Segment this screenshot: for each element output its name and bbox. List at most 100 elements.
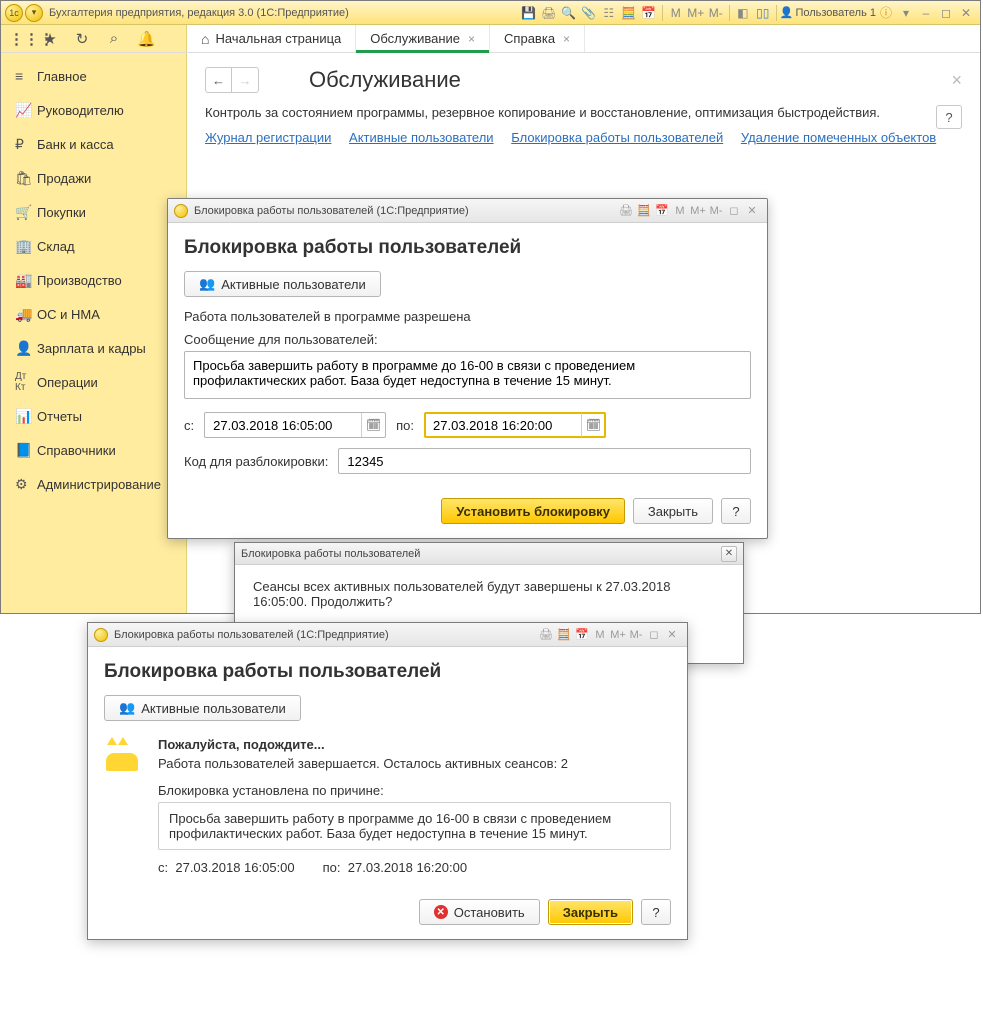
history-icon[interactable]: ↻ bbox=[73, 30, 91, 48]
sidebar-item-bank[interactable]: ₽Банк и касса bbox=[1, 127, 186, 161]
close-icon[interactable]: ✕ bbox=[721, 546, 737, 562]
calculator-icon[interactable]: 🧮 bbox=[620, 4, 638, 22]
maximize-icon[interactable]: ◻ bbox=[937, 4, 955, 22]
user-chip[interactable]: Пользователь 1 bbox=[780, 6, 876, 19]
maximize-icon[interactable]: ◻ bbox=[726, 203, 742, 219]
ruble-icon: ₽ bbox=[15, 136, 37, 153]
users-icon: 👥 bbox=[119, 700, 135, 716]
compare-icon[interactable]: ☷ bbox=[600, 4, 618, 22]
sidebar-item-production[interactable]: 🏭Производство bbox=[1, 263, 186, 297]
m-icon[interactable]: M bbox=[592, 627, 608, 643]
calendar-picker-icon[interactable]: 🗓 bbox=[581, 413, 605, 437]
reason-text: Просьба завершить работу в программе до … bbox=[158, 802, 671, 850]
sidebar-item-catalogs[interactable]: 📘Справочники bbox=[1, 433, 186, 467]
link-block-users[interactable]: Блокировка работы пользователей bbox=[511, 130, 723, 145]
help-button[interactable]: ? bbox=[721, 498, 751, 524]
m-plus-icon[interactable]: M+ bbox=[610, 627, 626, 643]
to-date-field: 🗓 bbox=[424, 412, 606, 438]
page-title: Обслуживание bbox=[309, 67, 461, 93]
calendar-icon[interactable]: 📅 bbox=[640, 4, 658, 22]
to-block: по: 27.03.2018 16:20:00 bbox=[323, 860, 467, 875]
maximize-icon[interactable]: ◻ bbox=[646, 627, 662, 643]
sidebar-item-reports[interactable]: 📊Отчеты bbox=[1, 399, 186, 433]
calculator-icon[interactable]: 🧮 bbox=[636, 203, 652, 219]
confirm-text: Сеансы всех активных пользователей будут… bbox=[235, 565, 743, 617]
close-button[interactable]: Закрыть bbox=[548, 899, 633, 925]
forward-arrow-icon[interactable]: → bbox=[232, 68, 258, 92]
sidebar-label: Отчеты bbox=[37, 409, 82, 424]
calendar-icon[interactable]: 📅 bbox=[574, 627, 590, 643]
sidebar-item-purchases[interactable]: 🛒Покупки bbox=[1, 195, 186, 229]
calendar-icon[interactable]: 📅 bbox=[654, 203, 670, 219]
sidebar-label: Операции bbox=[37, 375, 98, 390]
link-delete-marked[interactable]: Удаление помеченных объектов bbox=[741, 130, 936, 145]
search-icon[interactable]: ⌕ bbox=[105, 30, 123, 47]
panels-icon[interactable]: ▯▯ bbox=[754, 4, 772, 22]
tab-help[interactable]: Справка × bbox=[490, 25, 585, 52]
back-arrow-icon[interactable]: ← bbox=[206, 68, 232, 92]
close-button[interactable]: Закрыть bbox=[633, 498, 713, 524]
sidebar-label: Зарплата и кадры bbox=[37, 341, 146, 356]
m-plus-icon[interactable]: M+ bbox=[687, 4, 705, 22]
sidebar-item-sales[interactable]: 🛍Продажи bbox=[1, 161, 186, 195]
sidebar-item-warehouse[interactable]: 🏢Склад bbox=[1, 229, 186, 263]
close-tab-icon[interactable]: × bbox=[563, 32, 570, 46]
layout-icon[interactable]: ◧ bbox=[734, 4, 752, 22]
close-page-icon[interactable]: × bbox=[951, 70, 962, 91]
sidebar-item-main[interactable]: ≡Главное bbox=[1, 59, 186, 93]
favorite-icon[interactable]: ★ bbox=[41, 30, 59, 48]
calculator-icon[interactable]: 🧮 bbox=[556, 627, 572, 643]
from-label: с: bbox=[158, 860, 168, 875]
attach-icon[interactable]: 📎 bbox=[580, 4, 598, 22]
to-value: 27.03.2018 16:20:00 bbox=[348, 860, 467, 875]
cart-icon: 🛒 bbox=[15, 204, 37, 221]
dialog-body: Блокировка работы пользователей 👥 Активн… bbox=[88, 647, 687, 889]
dropdown-icon[interactable]: ▾ bbox=[25, 4, 43, 22]
sidebar-item-admin[interactable]: ⚙Администрирование bbox=[1, 467, 186, 501]
stop-button[interactable]: ✕ Остановить bbox=[419, 899, 540, 925]
tab-home[interactable]: ⌂ Начальная страница bbox=[187, 25, 356, 52]
m-plus-icon[interactable]: M+ bbox=[690, 203, 706, 219]
app-window: 1c ▾ Бухгалтерия предприятия, редакция 3… bbox=[0, 0, 981, 614]
set-block-button[interactable]: Установить блокировку bbox=[441, 498, 625, 524]
to-date-input[interactable] bbox=[424, 412, 606, 438]
m-minus-icon[interactable]: M- bbox=[628, 627, 644, 643]
code-input[interactable] bbox=[338, 448, 751, 474]
m-icon[interactable]: M bbox=[672, 203, 688, 219]
tab-service[interactable]: Обслуживание × bbox=[356, 25, 490, 52]
sidebar-item-manager[interactable]: 📈Руководителю bbox=[1, 93, 186, 127]
apps-icon[interactable]: ⋮⋮⋮ bbox=[9, 30, 27, 48]
more-icon[interactable]: ▾ bbox=[897, 4, 915, 22]
close-icon[interactable]: ✕ bbox=[664, 627, 680, 643]
save-icon[interactable]: 💾 bbox=[520, 4, 538, 22]
book-icon: 📘 bbox=[15, 442, 37, 459]
logo-1c-icon: 1c bbox=[5, 4, 23, 22]
bell-icon[interactable]: 🔔 bbox=[137, 30, 155, 48]
calendar-picker-icon[interactable]: 🗓 bbox=[361, 413, 385, 437]
close-icon[interactable]: ✕ bbox=[957, 4, 975, 22]
info-icon[interactable]: ⓘ bbox=[877, 4, 895, 22]
sidebar-item-hr[interactable]: 👤Зарплата и кадры bbox=[1, 331, 186, 365]
print-icon[interactable]: 🖨 bbox=[618, 203, 634, 219]
close-icon[interactable]: ✕ bbox=[744, 203, 760, 219]
print-icon[interactable]: 🖨 bbox=[538, 627, 554, 643]
sidebar-item-operations[interactable]: ДтКтОперации bbox=[1, 365, 186, 399]
message-input[interactable] bbox=[184, 351, 751, 399]
m-icon[interactable]: M bbox=[667, 4, 685, 22]
active-users-button[interactable]: 👥 Активные пользователи bbox=[104, 695, 301, 721]
link-active-users[interactable]: Активные пользователи bbox=[349, 130, 494, 145]
print-icon[interactable]: 🖨 bbox=[540, 4, 558, 22]
help-button[interactable]: ? bbox=[936, 105, 962, 129]
sidebar-item-assets[interactable]: 🚚ОС и НМА bbox=[1, 297, 186, 331]
help-button[interactable]: ? bbox=[641, 899, 671, 925]
active-users-button[interactable]: 👥 Активные пользователи bbox=[184, 271, 381, 297]
preview-icon[interactable]: 🔍 bbox=[560, 4, 578, 22]
link-row: Журнал регистрации Активные пользователи… bbox=[205, 130, 962, 145]
m-minus-icon[interactable]: M- bbox=[708, 203, 724, 219]
close-tab-icon[interactable]: × bbox=[468, 32, 475, 46]
from-date-input[interactable] bbox=[204, 412, 386, 438]
minimize-icon[interactable]: – bbox=[917, 4, 935, 22]
to-label: по: bbox=[396, 418, 414, 433]
link-log[interactable]: Журнал регистрации bbox=[205, 130, 331, 145]
m-minus-icon[interactable]: M- bbox=[707, 4, 725, 22]
